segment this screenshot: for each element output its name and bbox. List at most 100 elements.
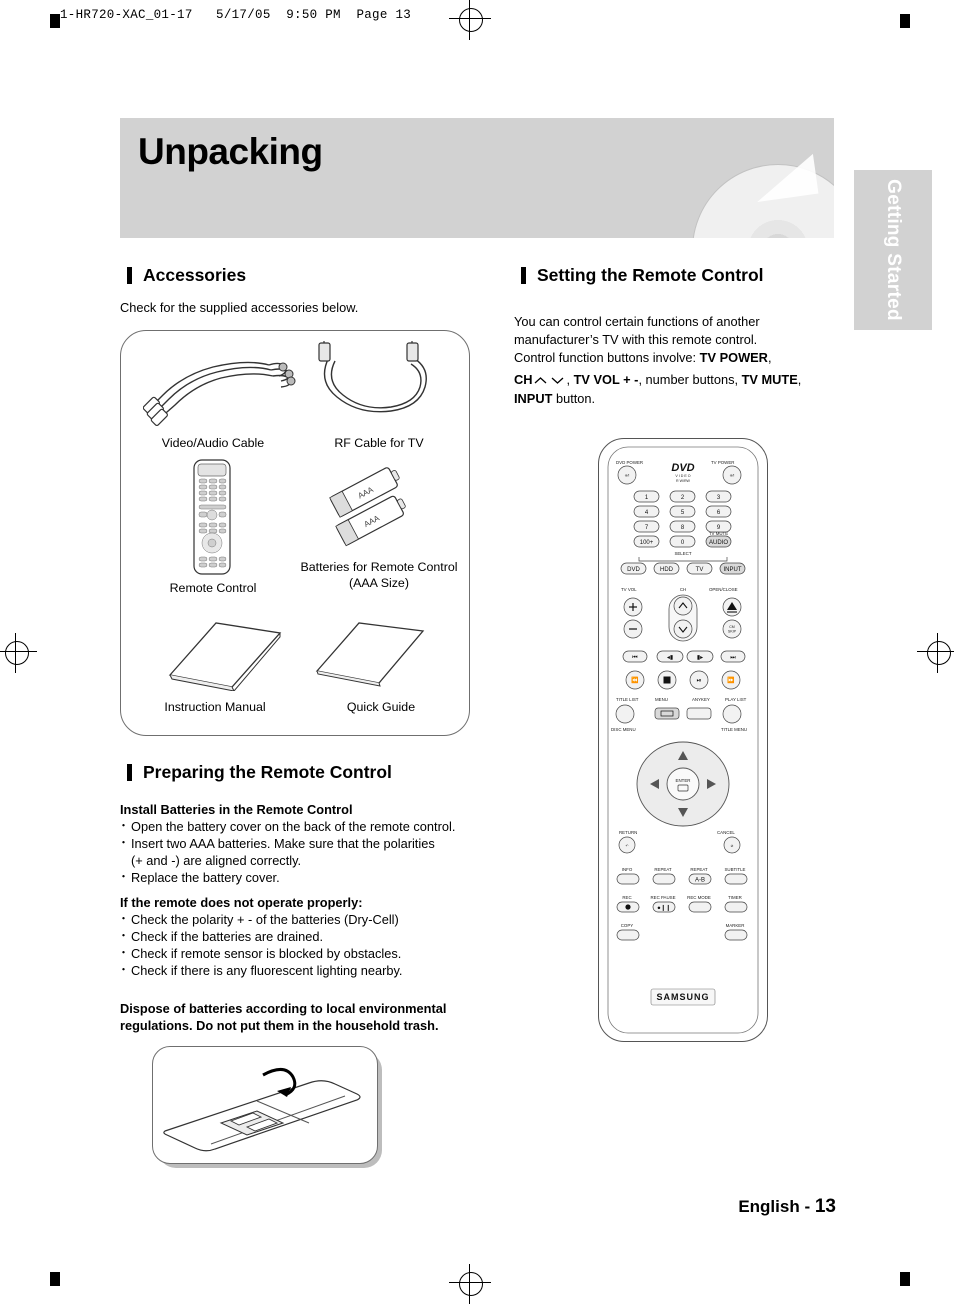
svg-text:⏯: ⏯ <box>697 678 702 684</box>
instruction-manual-illustration <box>168 622 282 691</box>
remote-control-small-illustration <box>193 459 231 575</box>
registration-mark-bottom <box>459 1272 483 1296</box>
disc-wedge-graphic <box>751 153 819 203</box>
crop-mark-top-left <box>50 14 60 28</box>
paragraph-line-2: manufacturer’s TV with this remote contr… <box>514 332 758 347</box>
footer-page-number: 13 <box>814 1196 836 1217</box>
svg-text:COPY: COPY <box>621 923 634 928</box>
svg-text:▮▸: ▮▸ <box>697 655 703 661</box>
list-item: Check if remote sensor is blocked by obs… <box>118 945 490 962</box>
svg-text:REC: REC <box>622 895 631 900</box>
svg-text:DVD POWER: DVD POWER <box>616 460 643 465</box>
svg-text:100+: 100+ <box>640 540 654 546</box>
ch-up-icon <box>534 372 547 390</box>
svg-text:REPEAT: REPEAT <box>690 867 708 872</box>
side-tab-label: Getting Started <box>883 179 904 321</box>
rf-cable-illustration <box>318 341 427 413</box>
svg-text:CH: CH <box>680 587 686 592</box>
svg-text:CM: CM <box>729 625 735 629</box>
list-item-continuation: (+ and -) are aligned correctly. <box>131 853 302 868</box>
svg-text:DVD: DVD <box>627 567 640 573</box>
svg-text:TV VOL: TV VOL <box>621 587 637 592</box>
remote-diagram-svg: .lbl { font-family: "Liberation Sans", s… <box>607 446 759 1034</box>
crop-mark-bottom-right <box>900 1272 910 1286</box>
setting-remote-paragraph: You can control certain functions of ano… <box>514 313 834 408</box>
accessory-caption-quick-guide: Quick Guide <box>346 700 416 714</box>
preparing-heading-text: Preparing the Remote Control <box>143 762 392 782</box>
svg-text:ANYKEY: ANYKEY <box>692 697 710 702</box>
battery-cover-box <box>152 1046 378 1164</box>
svg-text:⏩: ⏩ <box>727 676 735 684</box>
setting-remote-heading: Setting the Remote Control <box>521 265 764 286</box>
registration-mark-bottom-line-v <box>469 1264 471 1304</box>
dispose-line-1: Dispose of batteries according to local … <box>120 1001 447 1016</box>
svg-text:PLAY LIST: PLAY LIST <box>725 697 747 702</box>
accessory-caption-rf-cable: RF Cable for TV <box>334 436 424 450</box>
accessories-box: Video/Audio Cable RF Cable for TV AAA AA… <box>120 330 470 736</box>
svg-text:◂▮: ◂▮ <box>667 655 673 661</box>
footer-dash: - <box>804 1197 811 1216</box>
svg-text:A-B: A-B <box>695 878 705 884</box>
page-title: Unpacking <box>138 131 323 172</box>
svg-text:RETURN: RETURN <box>619 830 637 835</box>
svg-text:TV MUTE: TV MUTE <box>709 531 728 536</box>
paragraph-line-5: INPUT button. <box>514 390 596 406</box>
svg-text:DVD: DVD <box>671 462 694 474</box>
svg-text:INFO: INFO <box>622 867 633 872</box>
svg-text:SUBTITLE: SUBTITLE <box>725 867 746 872</box>
quick-guide-illustration <box>315 622 425 687</box>
install-batteries-block: Install Batteries in the Remote Control … <box>118 801 490 886</box>
registration-mark-right <box>927 641 951 665</box>
battery-cover-illustration <box>163 1068 361 1152</box>
ch-down-icon <box>551 372 564 390</box>
svg-text:OPEN/CLOSE: OPEN/CLOSE <box>709 587 738 592</box>
svg-text:⎈/I: ⎈/I <box>625 474 630 478</box>
svg-text:REC PAUSE: REC PAUSE <box>650 895 675 900</box>
svg-text:●❙❙: ●❙❙ <box>657 905 671 912</box>
svg-text:TIMER: TIMER <box>728 895 742 900</box>
list-item: Insert two AAA batteries. Make sure that… <box>118 835 490 852</box>
svg-text:TV POWER: TV POWER <box>711 460 734 465</box>
accessory-caption-video-audio-cable: Video/Audio Cable <box>161 436 265 450</box>
remote-control-diagram: .lbl { font-family: "Liberation Sans", s… <box>598 438 772 1046</box>
svg-text:⏮: ⏮ <box>632 655 638 661</box>
batteries-illustration: AAA AAA <box>329 467 406 547</box>
install-batteries-title: Install Batteries in the Remote Control <box>120 802 353 817</box>
install-batteries-steps: Open the battery cover on the back of th… <box>118 818 490 886</box>
accessory-caption-remote-control: Remote Control <box>169 581 257 595</box>
list-item: Open the battery cover on the back of th… <box>118 818 490 835</box>
dispose-note: Dispose of batteries according to local … <box>120 1000 500 1034</box>
registration-mark-left-line-h <box>0 651 37 653</box>
preparing-heading: Preparing the Remote Control <box>127 762 392 783</box>
accessories-heading-text: Accessories <box>143 265 247 285</box>
svg-text:SAMSUNG: SAMSUNG <box>656 992 709 1002</box>
svg-text:AUDIO: AUDIO <box>709 540 728 546</box>
svg-text:REPEAT: REPEAT <box>654 867 672 872</box>
svg-text:TITLE MENU: TITLE MENU <box>721 727 747 732</box>
svg-text:⏪: ⏪ <box>631 676 639 684</box>
accessory-caption-instruction-manual: Instruction Manual <box>164 700 266 714</box>
svg-text:MENU: MENU <box>655 697 668 702</box>
heading-bar-icon <box>127 267 132 284</box>
trouble-steps: Check the polarity + - of the batteries … <box>118 911 490 979</box>
list-item: Replace the battery cover. <box>118 869 490 886</box>
svg-text:SKIP: SKIP <box>728 630 737 634</box>
footer-language: English <box>738 1197 800 1216</box>
svg-text:⎈/I: ⎈/I <box>730 474 735 478</box>
crop-mark-top-right <box>900 14 910 28</box>
svg-text:DISC MENU: DISC MENU <box>611 727 636 732</box>
manual-page: 1-HR720-XAC_01-17 5/17/05 9:50 PM Page 1… <box>0 0 954 1310</box>
setting-remote-heading-text: Setting the Remote Control <box>537 265 764 285</box>
paragraph-line-4: CH , TV VOL + -, number buttons, TV MUTE… <box>514 371 834 390</box>
svg-text:HDD: HDD <box>660 567 674 573</box>
page-footer: English - 13 <box>738 1196 836 1218</box>
svg-text:R W/RW: R W/RW <box>676 479 691 483</box>
svg-text:V I D E O: V I D E O <box>675 474 690 478</box>
svg-text:CANCEL: CANCEL <box>717 830 735 835</box>
list-item: Check if the batteries are drained. <box>118 928 490 945</box>
trouble-block: If the remote does not operate properly:… <box>118 894 490 979</box>
heading-bar-icon <box>127 764 132 781</box>
accessories-heading: Accessories <box>127 265 247 286</box>
crop-mark-bottom-left <box>50 1272 60 1286</box>
paragraph-line-3: Control function buttons involve: TV POW… <box>514 350 772 365</box>
